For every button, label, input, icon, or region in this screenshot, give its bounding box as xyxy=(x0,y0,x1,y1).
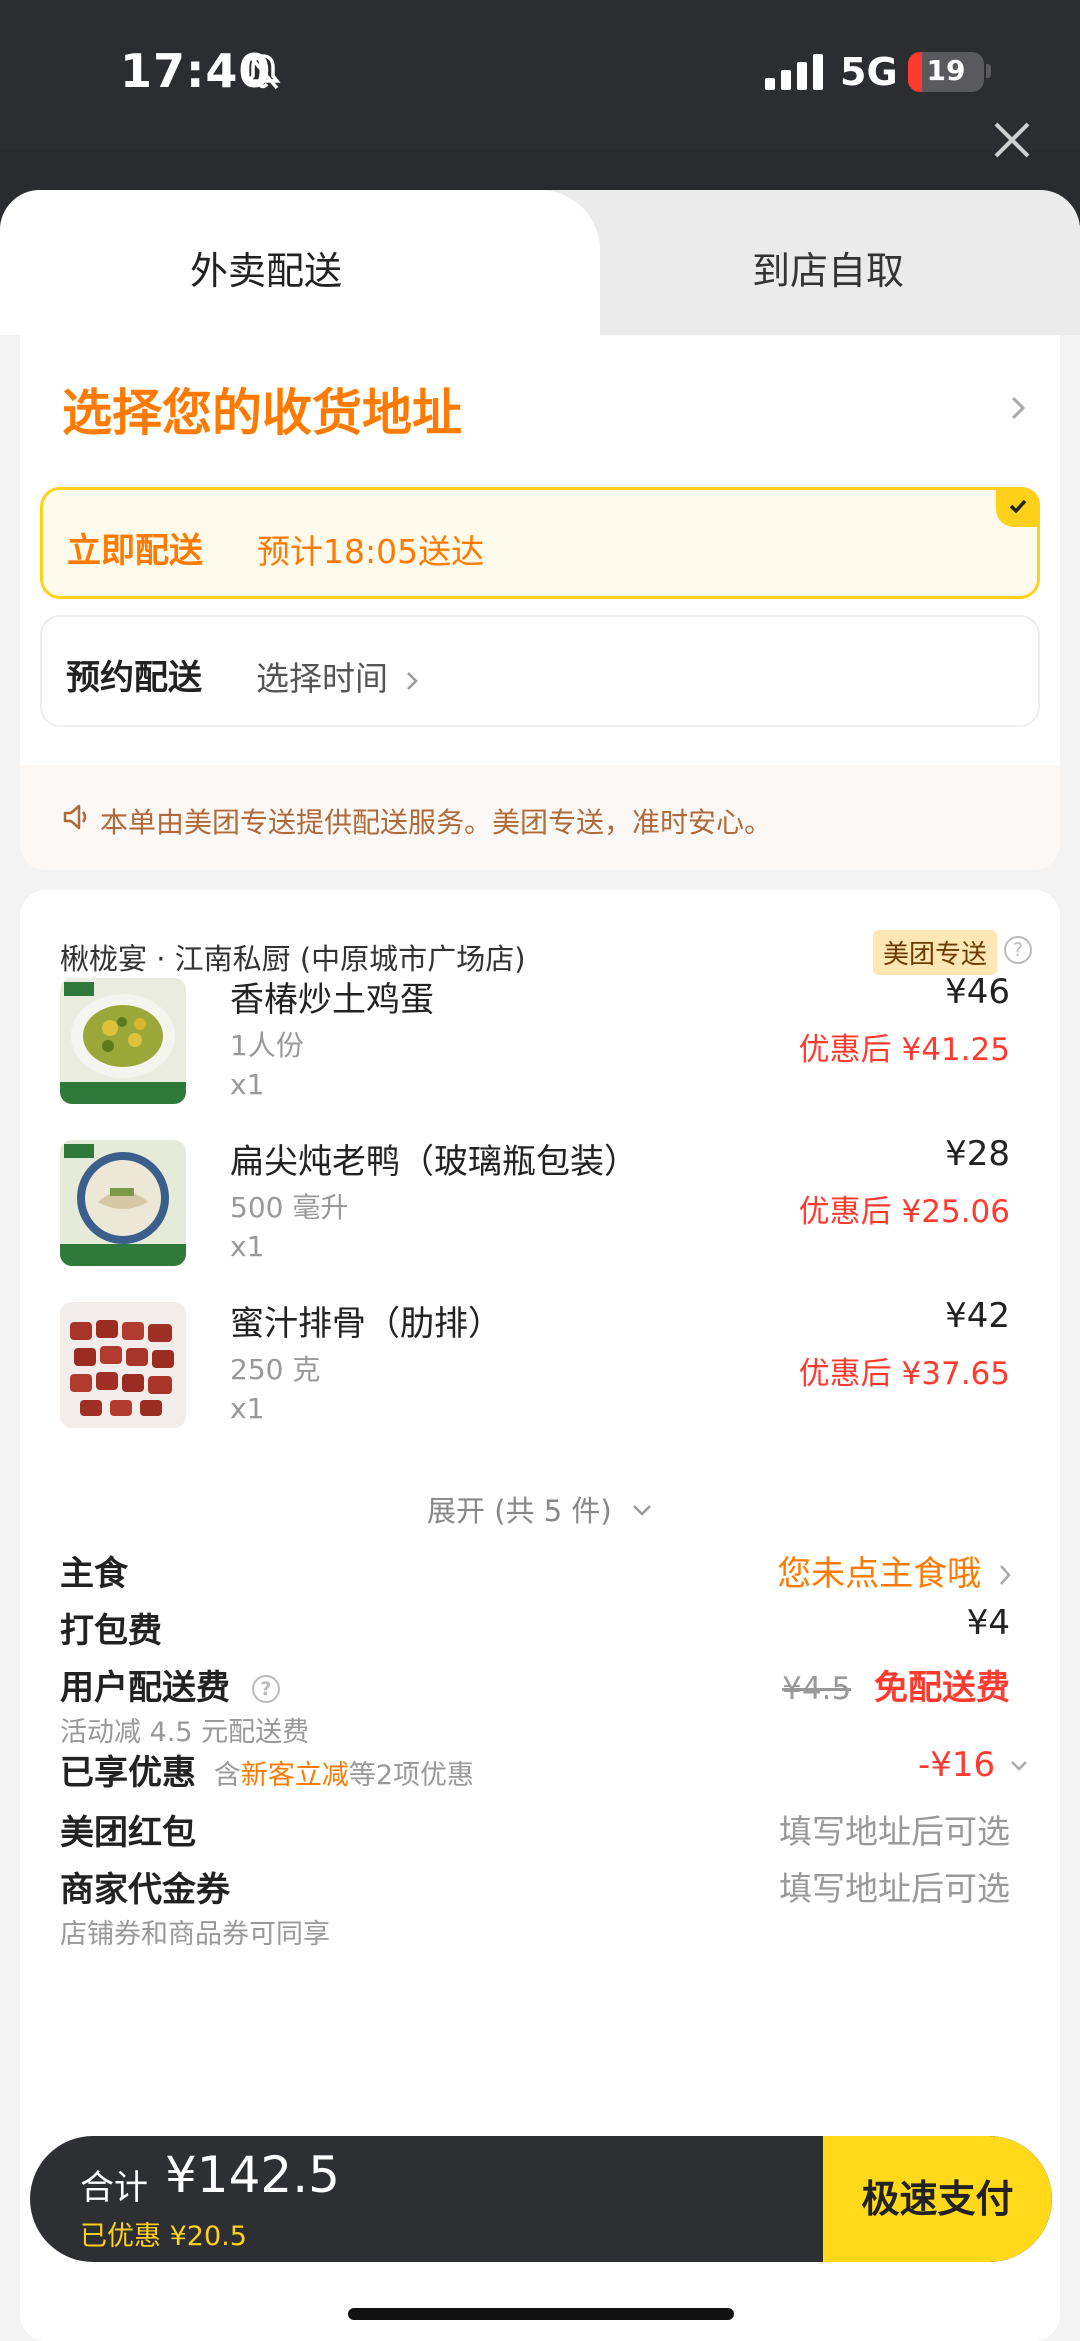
speaker-icon xyxy=(63,804,87,830)
status-bar: 17:40 5G 19 xyxy=(0,0,1080,150)
discounts-desc-suffix: 等2项优惠 xyxy=(348,1760,475,1791)
item-name: 扁尖炖老鸭（玻璃瓶包装） xyxy=(230,1142,638,1182)
discounts-label: 已享优惠 含新客立减等2项优惠 xyxy=(60,1745,474,1794)
dish-image xyxy=(60,978,186,1104)
close-icon[interactable] xyxy=(990,118,1034,162)
pay-button[interactable]: 极速支付 xyxy=(823,2136,1052,2262)
delivery-fee-original: ¥4.5 xyxy=(782,1671,852,1707)
delivery-fee-label-text: 用户配送费 xyxy=(60,1668,230,1708)
delivery-notice: 本单由美团专送提供配送服务。美团专送，准时安心。 xyxy=(20,765,1060,870)
scheduled-time-text: 选择时间 xyxy=(256,659,388,698)
instant-label: 立即配送 xyxy=(67,531,203,571)
battery-icon: 19 xyxy=(908,52,984,92)
fulfillment-tabs: 外卖配送 到店自取 xyxy=(0,190,1080,335)
cell-signal-icon xyxy=(765,52,823,90)
expand-label: 展开 (共 5 件) xyxy=(427,1494,612,1528)
chevron-right-icon[interactable] xyxy=(1010,395,1026,421)
dish-image xyxy=(60,1302,186,1428)
order-card: 楸栊宴 · 江南私厨 (中原城市广场店) 美团专送 ? 香椿炒土鸡蛋 1人份 x… xyxy=(20,890,1060,2341)
delivery-fee-value: ¥4.5 免配送费 xyxy=(782,1660,1010,1709)
item-qty: x1 xyxy=(230,1392,265,1425)
home-indicator[interactable] xyxy=(348,2308,734,2320)
total-amount: ¥142.5 xyxy=(165,2146,340,2204)
voucher-value: 填写地址后可选 xyxy=(779,1869,1010,1908)
free-delivery-text: 免配送费 xyxy=(874,1668,1010,1708)
delivery-option-instant[interactable]: 立即配送 预计18:05送达 xyxy=(40,487,1040,599)
discounts-desc-highlight: 新客立减 xyxy=(240,1760,349,1791)
order-item: 香椿炒土鸡蛋 1人份 x1 ¥46 优惠后 ¥41.25 xyxy=(60,972,1020,1117)
chevron-down-icon xyxy=(633,1505,651,1516)
network-type: 5G xyxy=(840,50,898,94)
discounts-desc: 含新客立减等2项优惠 xyxy=(214,1760,474,1791)
red-packet-row[interactable]: 美团红包 填写地址后可选 xyxy=(60,1805,1020,1855)
tab-pickup[interactable]: 到店自取 xyxy=(752,240,904,295)
delivery-fee-row: 用户配送费 ? 活动减 4.5 元配送费 ¥4.5 免配送费 xyxy=(60,1660,1020,1750)
red-packet-label: 美团红包 xyxy=(60,1813,196,1853)
checkout-bar: 合计 ¥142.5 已优惠 ¥20.5 极速支付 xyxy=(30,2136,1052,2262)
red-packet-value: 填写地址后可选 xyxy=(779,1812,1010,1851)
discounts-amount: -¥16 xyxy=(918,1745,996,1785)
discounts-desc-prefix: 含 xyxy=(213,1760,241,1791)
delivery-badge: 美团专送 xyxy=(873,930,998,975)
address-card: 选择您的收货地址 立即配送 预计18:05送达 预约配送 选择时间 本单由美团专… xyxy=(20,335,1060,870)
voucher-row[interactable]: 商家代金券 店铺券和商品券可同享 填写地址后可选 xyxy=(60,1862,1020,1952)
chevron-right-icon xyxy=(1000,1565,1011,1585)
item-qty: x1 xyxy=(230,1230,265,1263)
tab-delivery[interactable]: 外卖配送 xyxy=(190,240,342,295)
staple-value: 您未点主食哦 xyxy=(777,1546,1012,1595)
delivery-fee-sub: 活动减 4.5 元配送费 xyxy=(60,1717,310,1748)
order-item: 蜜汁排骨（肋排） 250 克 x1 ¥42 优惠后 ¥37.65 xyxy=(60,1296,1020,1441)
chevron-right-icon xyxy=(406,672,418,690)
expand-items-button[interactable]: 展开 (共 5 件) xyxy=(20,1488,1060,1530)
item-discount-price: 优惠后 ¥37.65 xyxy=(798,1356,1010,1392)
delivery-fee-label: 用户配送费 ? xyxy=(60,1660,280,1709)
delivery-option-scheduled[interactable]: 预约配送 选择时间 xyxy=(40,615,1040,727)
discounts-value: -¥16 xyxy=(918,1745,1028,1785)
notice-text: 本单由美团专送提供配送服务。美团专送，准时安心。 xyxy=(100,806,773,839)
staple-label: 主食 xyxy=(60,1554,128,1594)
item-price: ¥28 xyxy=(945,1134,1010,1174)
help-icon[interactable]: ? xyxy=(251,1675,280,1703)
order-item: 扁尖炖老鸭（玻璃瓶包装） 500 毫升 x1 ¥28 优惠后 ¥25.06 xyxy=(60,1134,1020,1279)
total-label: 合计 xyxy=(80,2168,148,2208)
staple-row[interactable]: 主食 您未点主食哦 xyxy=(60,1546,1020,1596)
help-icon[interactable]: ? xyxy=(1004,936,1032,964)
item-price: ¥46 xyxy=(945,972,1010,1012)
item-discount-price: 优惠后 ¥41.25 xyxy=(798,1032,1010,1068)
item-price: ¥42 xyxy=(945,1296,1010,1336)
packing-fee-label: 打包费 xyxy=(60,1611,162,1651)
item-spec: 250 克 xyxy=(230,1353,321,1386)
item-discount-price: 优惠后 ¥25.06 xyxy=(798,1194,1010,1230)
scheduled-label: 预约配送 xyxy=(66,658,202,698)
voucher-sub: 店铺券和商品券可同享 xyxy=(60,1919,330,1950)
voucher-label: 商家代金券 xyxy=(60,1870,230,1910)
item-spec: 500 毫升 xyxy=(230,1191,349,1224)
item-name: 香椿炒土鸡蛋 xyxy=(230,980,434,1020)
scheduled-time-picker[interactable]: 选择时间 xyxy=(256,652,419,700)
packing-fee-value: ¥4 xyxy=(966,1603,1010,1643)
item-spec: 1人份 xyxy=(230,1029,304,1062)
battery-level: 19 xyxy=(926,54,966,87)
discounts-label-text: 已享优惠 xyxy=(60,1753,196,1793)
chevron-down-icon xyxy=(1011,1761,1027,1771)
checkout-sheet: 外卖配送 到店自取 选择您的收货地址 立即配送 预计18:05送达 预约配送 选… xyxy=(0,190,1080,2341)
silent-bell-icon xyxy=(245,53,281,90)
selected-check-icon xyxy=(996,487,1040,527)
instant-eta: 预计18:05送达 xyxy=(257,532,485,571)
battery-tip xyxy=(986,64,991,78)
dish-image xyxy=(60,1140,186,1266)
item-qty: x1 xyxy=(230,1068,265,1101)
packing-fee-row: 打包费 ¥4 xyxy=(60,1603,1020,1653)
address-select-link[interactable]: 选择您的收货地址 xyxy=(62,373,462,445)
item-name: 蜜汁排骨（肋排） xyxy=(230,1304,502,1344)
discounts-row[interactable]: 已享优惠 含新客立减等2项优惠 -¥16 xyxy=(60,1745,1027,1795)
staple-value-text: 您未点主食哦 xyxy=(777,1554,982,1594)
saved-amount: 已优惠 ¥20.5 xyxy=(80,2221,247,2252)
